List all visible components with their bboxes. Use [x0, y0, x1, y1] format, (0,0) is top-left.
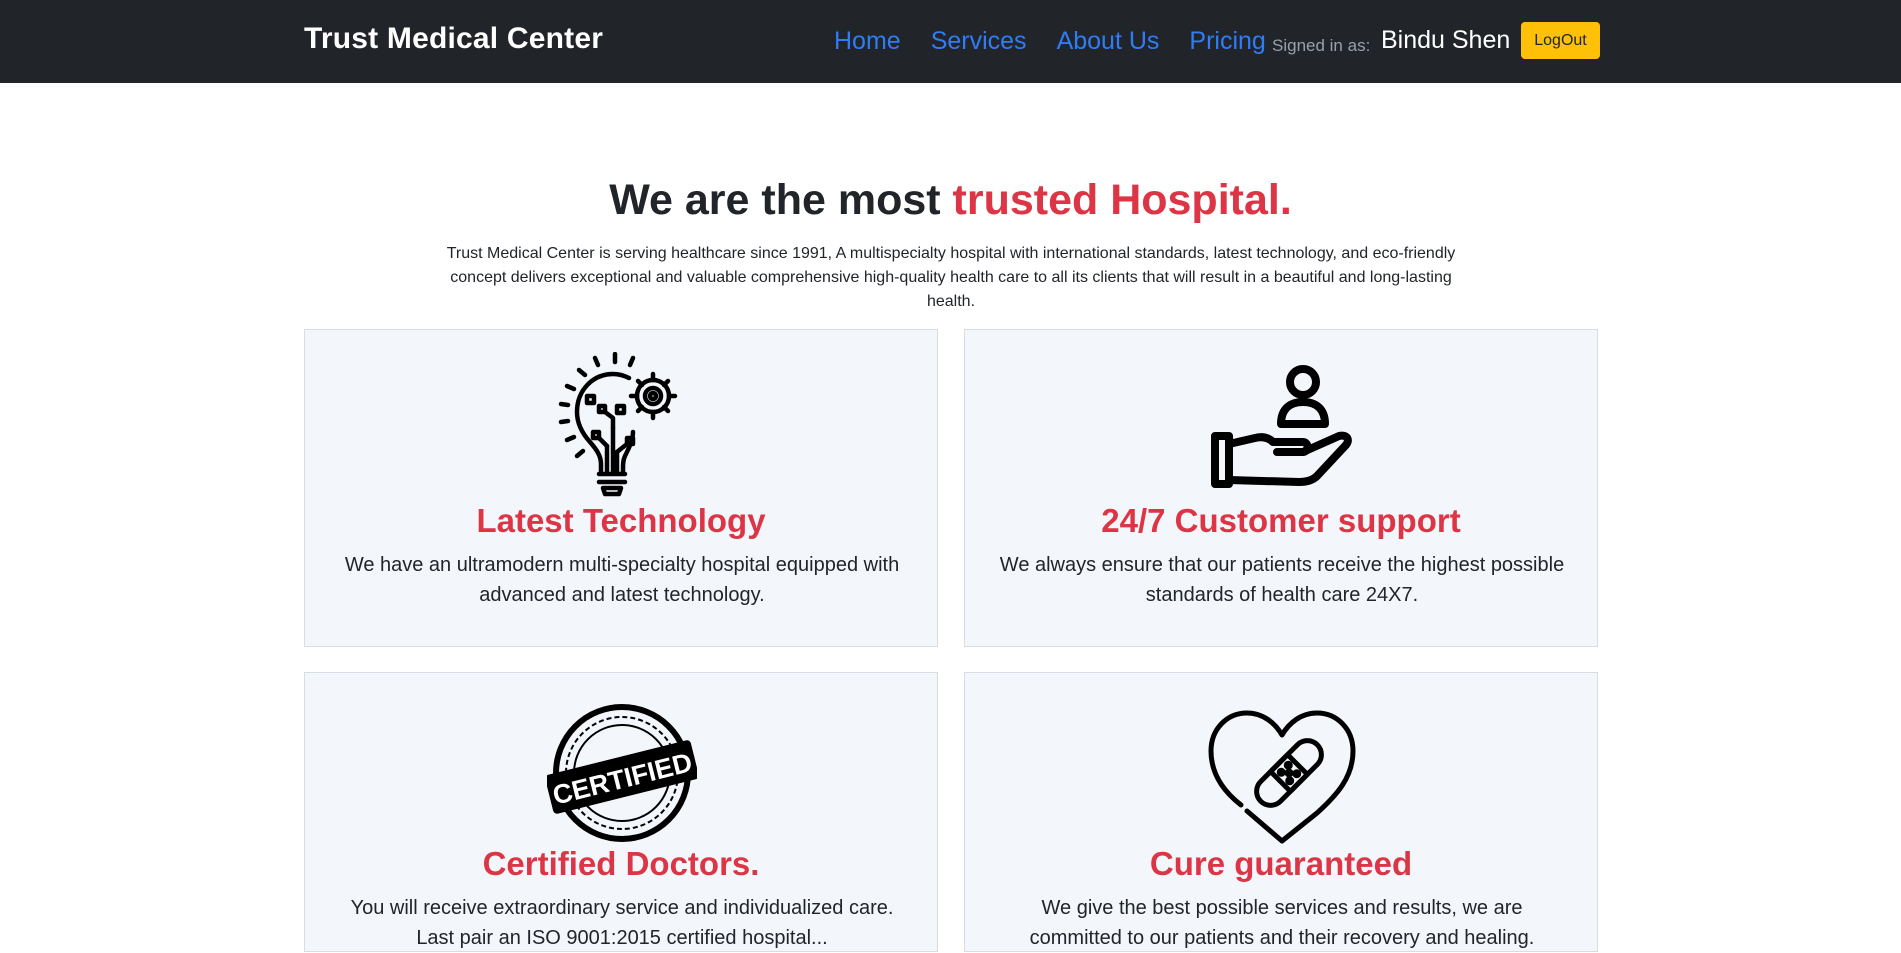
hero-title: We are the most trusted Hospital. [0, 176, 1901, 225]
hero-title-accent: trusted Hospital. [952, 176, 1292, 224]
hand-person-icon [1211, 365, 1352, 488]
feature-title: 24/7 Customer support [1101, 502, 1461, 539]
feature-title: Latest Technology [476, 502, 766, 539]
feature-description: We have an ultramodern multi-specialty h… [344, 554, 900, 606]
certified-stamp-icon: CERTIFIED [547, 704, 697, 842]
brand-logo-text[interactable]: Trust Medical Center [304, 22, 603, 56]
user-name: Bindu Shen [1381, 26, 1511, 54]
feature-description: You will receive extraordinary service a… [350, 897, 894, 949]
heart-bandage-icon [1208, 710, 1356, 844]
feature-card-support: 24/7 Customer support We always ensure t… [964, 329, 1598, 647]
feature-card-cure: Cure guaranteed We give the best possibl… [964, 672, 1598, 952]
nav-menu: Home Services About Us Pricing [834, 24, 1266, 58]
feature-title: Certified Doctors. [482, 845, 760, 882]
signed-in-label: Signed in as: [1272, 36, 1371, 55]
hero-title-main: We are the most [609, 176, 953, 224]
feature-description: We give the best possible services and r… [1029, 897, 1535, 949]
nav-link-services[interactable]: Services [931, 24, 1027, 58]
nav-link-about-us[interactable]: About Us [1057, 24, 1160, 58]
logout-button[interactable]: LogOut [1521, 22, 1600, 59]
feature-card-certified: CERTIFIED Certified Doctors. You will re… [304, 672, 938, 952]
nav-link-home[interactable]: Home [834, 24, 901, 58]
feature-card-technology: Latest Technology We have an ultramodern… [304, 329, 938, 647]
top-navbar: Trust Medical Center Home Services About… [0, 0, 1901, 83]
nav-link-pricing[interactable]: Pricing [1189, 24, 1265, 58]
lightbulb-gear-icon [558, 352, 678, 497]
hero-description: Trust Medical Center is serving healthca… [446, 245, 1456, 310]
feature-description: We always ensure that our patients recei… [999, 554, 1565, 606]
feature-title: Cure guaranteed [1149, 845, 1413, 882]
